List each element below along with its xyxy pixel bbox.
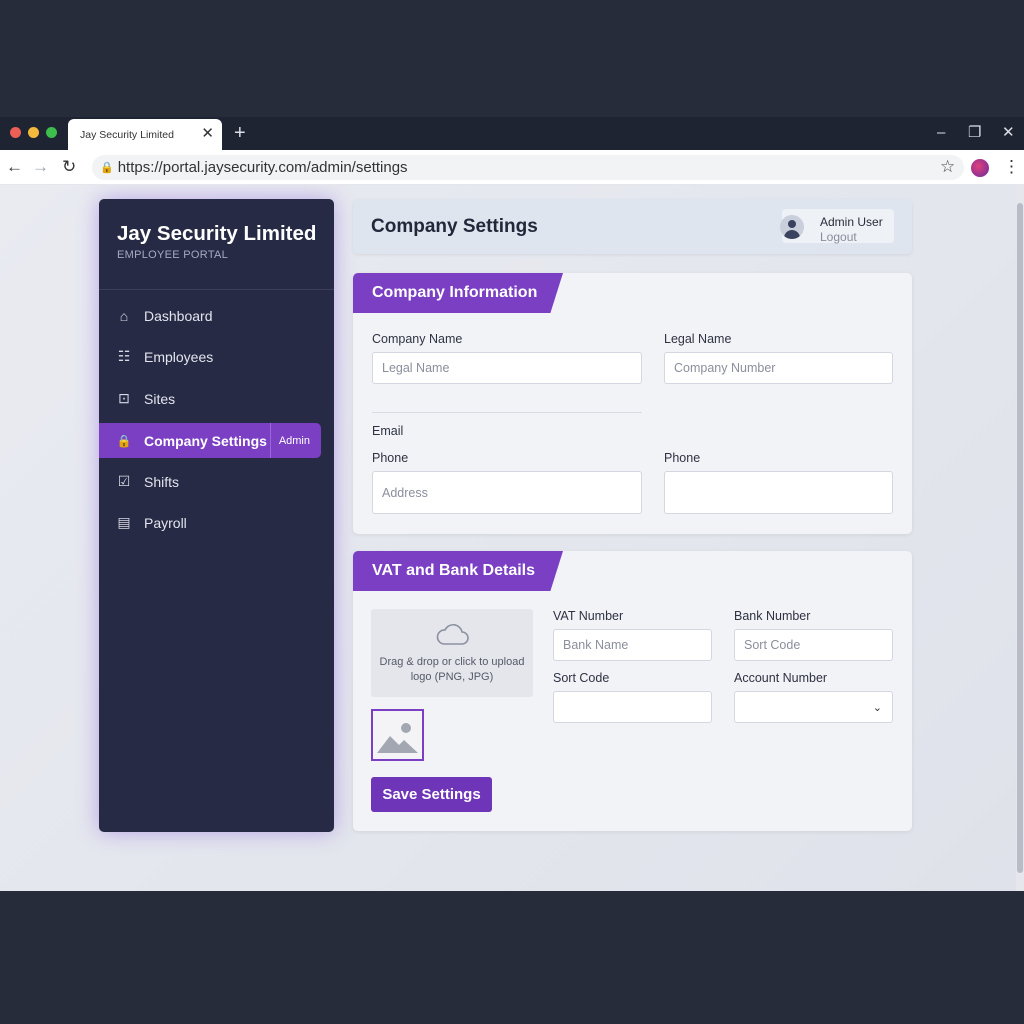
vat-bank-card: VAT and Bank Details Drag & drop or clic… [353,551,912,831]
sites-icon: ⊡ [118,390,130,406]
reload-icon[interactable]: ↻ [62,156,76,178]
sidebar-item-company-settings[interactable]: 🔒 Company Settings Admin [99,423,321,458]
sidebar-item-dashboard[interactable]: ⌂ Dashboard [99,298,321,333]
vat-number-input[interactable]: Bank Name [553,629,712,661]
close-window-dot[interactable] [10,127,21,138]
page-viewport: Jay Security Limited EMPLOYEE PORTAL ⌂ D… [0,185,1024,891]
sidebar-item-label: Dashboard [144,307,213,324]
home-icon: ⌂ [119,307,129,324]
sidebar-item-shifts[interactable]: ☑ Shifts [99,464,321,499]
phone-input[interactable] [664,471,893,514]
brand-subtitle: EMPLOYEE PORTAL [117,249,229,261]
legal-name-input[interactable]: Company Number [664,352,893,384]
sort-code-input[interactable] [553,691,712,723]
account-number-label: Account Number [734,671,828,685]
bank-number-input[interactable]: Sort Code [734,629,893,661]
cloud-upload-icon [436,624,469,645]
page-title: Company Settings [371,216,538,237]
upload-formats: logo (PNG, JPG) [410,671,494,683]
sidebar-item-label: Sites [144,390,176,407]
lock-icon: 🔒 [100,162,114,174]
forward-icon[interactable]: → [32,156,49,178]
bookmark-star-icon[interactable]: ☆ [940,156,955,178]
admin-badge: Admin [269,423,321,458]
sort-code-label: Sort Code [553,671,610,685]
restore-icon[interactable]: ❐ [968,124,981,142]
browser-window: Jay Security Limited ✕ + – ❐ ✕ ← → ↻ 🔒 h… [0,117,1024,891]
minimize-window-dot[interactable] [28,127,39,138]
phone-label: Phone [372,451,409,465]
tab-bar: Jay Security Limited ✕ + – ❐ ✕ [0,117,1024,150]
sidebar-item-label: Shifts [144,473,180,490]
save-settings-button[interactable]: Save Settings [371,777,492,812]
sidebar-item-employees[interactable]: ☷ Employees [99,339,321,374]
browser-menu-icon[interactable]: ⋮ [1003,156,1020,178]
email-label: Email [372,424,404,438]
minimize-icon[interactable]: – [937,124,945,142]
new-tab-icon[interactable]: + [234,122,246,144]
profile-avatar[interactable] [971,159,989,177]
maximize-window-dot[interactable] [46,127,57,138]
sidebar-item-payroll[interactable]: ▤ Payroll [99,505,321,540]
address-bar: ← → ↻ 🔒 https://portal.jaysecurity.com/a… [0,150,1024,185]
sidebar-item-label: Payroll [144,514,187,531]
address-input[interactable]: Address [372,471,642,514]
logo-preview-image-icon [371,709,424,761]
close-icon[interactable]: ✕ [1002,124,1015,142]
user-name: Admin User [820,215,883,229]
back-icon[interactable]: ← [6,156,23,178]
shifts-icon: ☑ [117,473,131,489]
employees-icon: ☷ [117,348,131,364]
form-divider [372,412,642,413]
tab-close-icon[interactable]: ✕ [201,125,214,143]
company-name-label: Company Name [372,332,463,346]
legal-name-label: Legal Name [664,332,732,346]
phone-label: Phone [664,451,701,465]
scroll-thumb[interactable] [1017,203,1023,873]
section-heading: Company Information [353,273,563,313]
logo-upload-dropzone[interactable]: Drag & drop or click to upload logo (PNG… [371,609,533,697]
company-name-input[interactable]: Legal Name [372,352,642,384]
url-field[interactable]: 🔒 https://portal.jaysecurity.com/admin/s… [92,155,964,180]
chevron-down-icon: ⌄ [872,702,882,714]
page-scrollbar[interactable] [1016,185,1024,891]
sidebar-item-sites[interactable]: ⊡ Sites [99,381,321,416]
vat-number-label: VAT Number [553,609,624,623]
tab-title: Jay Security Limited [80,128,174,141]
payroll-icon: ▤ [117,514,131,530]
account-number-select[interactable]: ⌄ [734,691,893,723]
sidebar-item-label: Employees [144,348,214,365]
user-avatar-icon[interactable] [780,215,804,239]
logout-link[interactable]: Logout [820,230,857,244]
brand-title: Jay Security Limited [117,222,317,245]
company-information-card: Company Information Company Name Legal N… [353,273,912,534]
sidebar-item-label: Company Settings [144,432,267,449]
lock-icon: 🔒 [116,433,132,448]
url-text: https://portal.jaysecurity.com/admin/set… [117,159,408,176]
page-header: Company Settings Admin User Logout [353,199,912,254]
section-heading: VAT and Bank Details [353,551,563,591]
sidebar-divider [99,289,334,290]
browser-tab[interactable]: Jay Security Limited ✕ [68,119,222,150]
sidebar: Jay Security Limited EMPLOYEE PORTAL ⌂ D… [99,199,334,832]
upload-instruction: Drag & drop or click to upload [379,656,525,668]
bank-number-label: Bank Number [734,609,811,623]
